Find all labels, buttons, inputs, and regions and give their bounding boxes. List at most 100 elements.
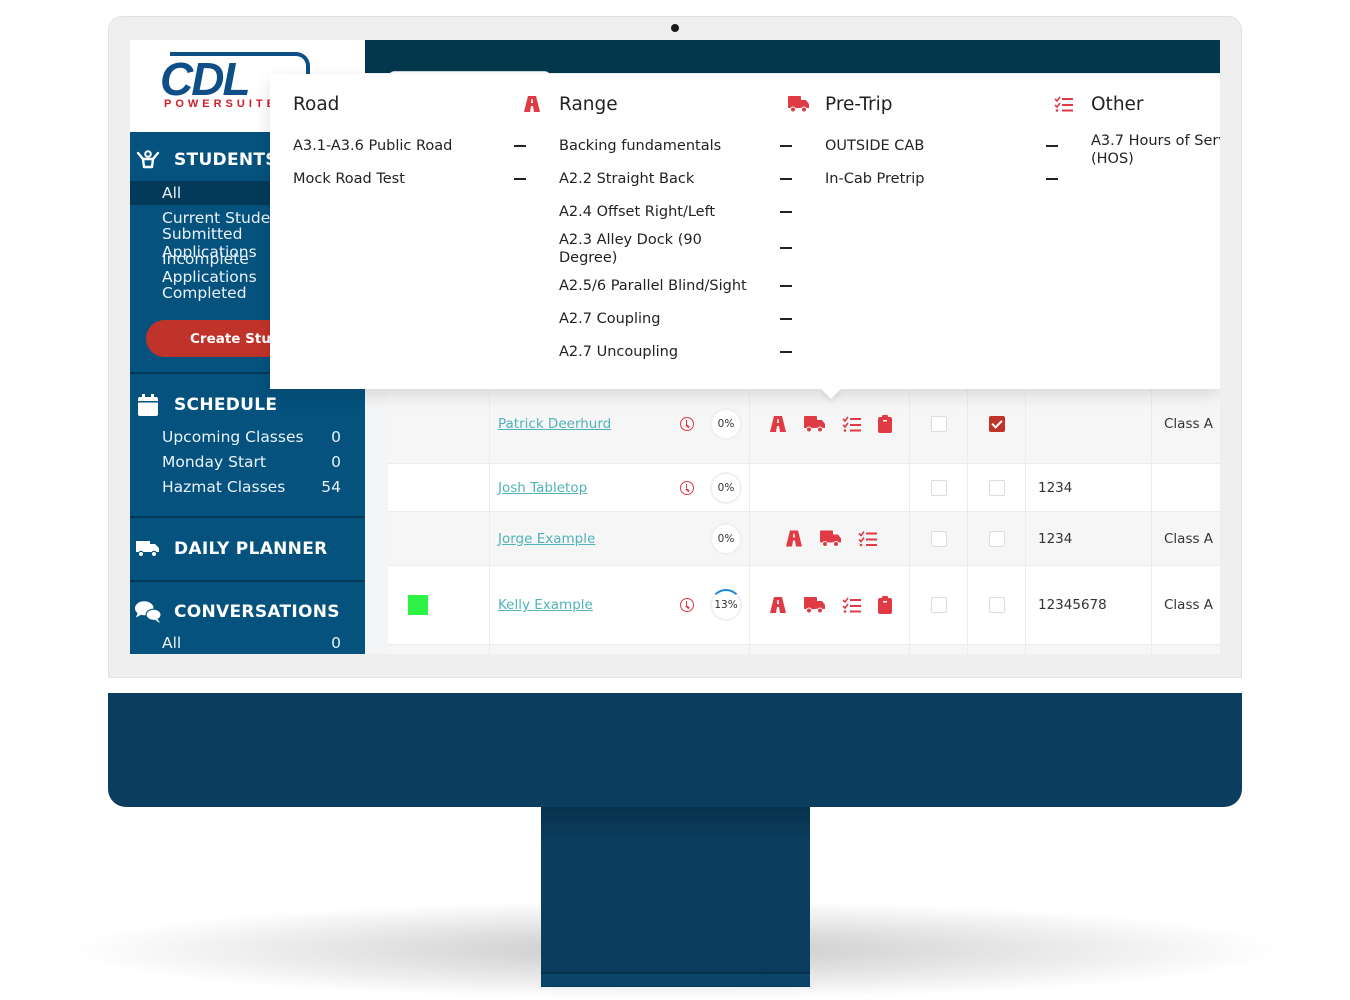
nav-label: Upcoming Classes	[162, 428, 304, 446]
road-icon[interactable]	[784, 530, 804, 547]
road-icon[interactable]	[768, 597, 788, 613]
status-dash	[780, 285, 792, 287]
check-cell	[910, 385, 968, 463]
name-cell: Patrick Deerhurd 0%	[490, 385, 750, 463]
cell	[1026, 645, 1152, 654]
student-number: 1234	[1038, 530, 1073, 547]
status-dash	[780, 351, 792, 353]
number-cell: 1234	[1026, 512, 1152, 565]
check-cell	[910, 512, 968, 565]
class-label: Class A	[1164, 416, 1214, 432]
nav-count: 0	[331, 634, 341, 652]
nav-label: All	[162, 184, 182, 202]
checkbox-1[interactable]	[930, 479, 947, 496]
popover-item: A2.5/6 Parallel Blind/Sight	[559, 278, 747, 294]
skills-cell	[750, 512, 910, 565]
student-name-link[interactable]: Josh Tabletop	[498, 480, 587, 496]
popover-item: A3.1-A3.6 Public Road	[293, 138, 453, 154]
calendar-icon	[134, 393, 162, 417]
daily-planner-title: DAILY PLANNER	[174, 539, 328, 559]
monitor-stand-foot	[541, 972, 810, 986]
checkbox-2[interactable]	[988, 479, 1005, 496]
check-cell	[968, 385, 1026, 463]
popover-item: A2.2 Straight Back	[559, 171, 695, 187]
table-row: Kelly Example 13% 12345678 Class A	[388, 566, 1220, 645]
road-icon[interactable]	[768, 416, 788, 432]
checkbox-1[interactable]	[930, 530, 947, 547]
nav-label: Completed	[162, 284, 247, 302]
status-dash	[514, 178, 526, 180]
student-number: 12345678	[1038, 597, 1107, 613]
clock-icon	[680, 417, 694, 431]
clock-icon	[680, 480, 694, 495]
status-dash	[780, 211, 792, 213]
nav-count: 0	[331, 453, 341, 471]
checklist-icon[interactable]	[858, 531, 878, 547]
skills-cell	[750, 464, 910, 511]
checklist-icon[interactable]	[842, 416, 862, 432]
camera-dot	[671, 24, 679, 32]
student-number: 1234	[1038, 479, 1073, 496]
checkbox-1[interactable]	[930, 597, 947, 613]
class-cell: Class A	[1152, 385, 1220, 463]
nav-count: 54	[321, 478, 341, 496]
students-table: Patrick Deerhurd 0% Class A Josh Tableto…	[388, 385, 1220, 654]
popover-item: OUTSIDE CAB	[825, 138, 925, 154]
daily-planner-section-header[interactable]: DAILY PLANNER	[130, 537, 365, 561]
table-row	[388, 645, 1220, 654]
top-bar	[365, 40, 1220, 81]
check-cell	[910, 464, 968, 511]
cell	[968, 645, 1026, 654]
clipboard-icon[interactable]	[878, 415, 892, 433]
popover-item: Mock Road Test	[293, 171, 405, 187]
schedule-item-hazmat[interactable]: Hazmat Classes 54	[130, 475, 365, 499]
schedule-section-header[interactable]: SCHEDULE	[130, 393, 365, 417]
checkbox-1[interactable]	[930, 416, 947, 432]
clipboard-icon[interactable]	[878, 596, 892, 614]
check-cell	[968, 512, 1026, 565]
status-dash	[1046, 178, 1058, 180]
student-name-link[interactable]: Jorge Example	[498, 531, 595, 547]
popover-column-other: Other A3.7 Hours of Service (HOS)	[1054, 74, 1220, 389]
column-title: Other	[1091, 94, 1144, 115]
popover-item: A2.4 Offset Right/Left	[559, 204, 716, 220]
class-label: Class A	[1164, 530, 1214, 547]
truck-icon[interactable]	[804, 596, 826, 614]
truck-icon[interactable]	[820, 530, 842, 547]
popover-item: A2.7 Coupling	[559, 311, 661, 327]
students-title: STUDENTS	[174, 150, 278, 170]
column-title: Pre-Trip	[825, 94, 893, 115]
cell	[750, 645, 910, 654]
conversations-section-header[interactable]: CONVERSATIONS	[130, 600, 365, 624]
progress-circle: 0%	[710, 522, 742, 555]
student-name-link[interactable]: Kelly Example	[498, 597, 593, 613]
check-cell	[968, 566, 1026, 644]
road-icon	[522, 96, 542, 112]
status-dash	[514, 145, 526, 147]
clock-icon	[680, 598, 694, 612]
checkbox-2-checked[interactable]	[988, 416, 1005, 432]
progress-circle: 0%	[710, 408, 742, 440]
class-cell	[1152, 464, 1220, 511]
truck-icon[interactable]	[804, 415, 826, 433]
popover-item: In-Cab Pretrip	[825, 171, 925, 187]
cell	[1152, 645, 1220, 654]
nav-count: 0	[331, 428, 341, 446]
schedule-item-upcoming[interactable]: Upcoming Classes 0	[130, 425, 365, 449]
truck-icon	[788, 96, 810, 113]
popover-item: A3.7 Hours of Service (HOS)	[1091, 133, 1220, 167]
check-cell	[910, 566, 968, 644]
status-cell	[388, 566, 490, 644]
class-cell: Class A	[1152, 566, 1220, 644]
checklist-icon[interactable]	[842, 597, 862, 613]
checkbox-2[interactable]	[988, 597, 1005, 613]
popover-item: Backing fundamentals	[559, 138, 722, 154]
class-cell: Class A	[1152, 512, 1220, 565]
checkbox-2[interactable]	[988, 530, 1005, 547]
student-name-link[interactable]: Patrick Deerhurd	[498, 416, 611, 432]
class-label: Class A	[1164, 597, 1214, 613]
sidebar-divider	[130, 516, 365, 518]
column-title: Range	[559, 94, 618, 115]
schedule-item-monday[interactable]: Monday Start 0	[130, 450, 365, 474]
conversations-item-all[interactable]: All 0	[130, 631, 365, 654]
